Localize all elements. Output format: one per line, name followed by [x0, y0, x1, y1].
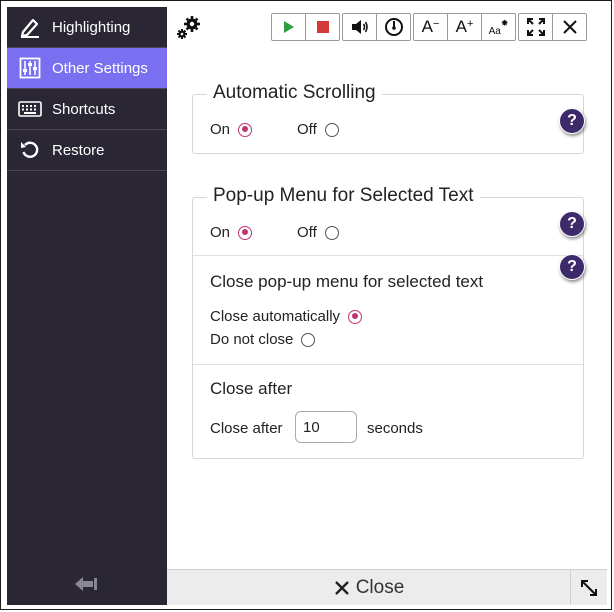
auto-scroll-title: Automatic Scrolling	[207, 82, 382, 104]
resize-button[interactable]	[570, 570, 607, 605]
resize-diagonal-icon	[581, 579, 597, 596]
collapse-sidebar-arrow-icon[interactable]	[73, 575, 99, 593]
main-panel: A − A + Aa ✸ Automatic Scrolling On Off …	[167, 7, 607, 569]
popup-help-icon[interactable]: ?	[559, 211, 585, 237]
minus-icon: −	[432, 18, 440, 30]
fullscreen-button[interactable]	[519, 14, 553, 40]
font-group: A − A + Aa ✸	[413, 13, 516, 41]
audio-group	[342, 13, 411, 41]
gears-icon[interactable]	[175, 13, 203, 41]
auto-scroll-on-label: On	[210, 121, 231, 138]
sidebar-item-other-settings[interactable]: Other Settings	[7, 48, 167, 89]
popup-menu-section: Pop-up Menu for Selected Text On Off ? ?…	[192, 185, 585, 459]
small-gear-icon: ✸	[500, 17, 509, 28]
sidebar-item-label: Restore	[52, 141, 105, 159]
stop-icon	[316, 21, 329, 33]
sidebar-item-label: Highlighting	[52, 18, 131, 36]
auto-scroll-on-option[interactable]: On	[210, 121, 253, 138]
play-icon	[283, 21, 294, 33]
font-settings-label: Aa	[488, 25, 501, 37]
do-not-close-radio[interactable]	[301, 332, 316, 347]
close-button-label: Close	[355, 577, 405, 598]
popup-on-radio[interactable]	[238, 225, 253, 240]
settings-window: Highlighting Other Settings Shortcuts Re…	[0, 0, 612, 610]
auto-scroll-section: Automatic Scrolling On Off ?	[192, 82, 585, 154]
close-popup-help-icon[interactable]: ?	[559, 254, 585, 280]
help-mark: ?	[567, 215, 577, 232]
gauge-icon	[384, 18, 403, 36]
keyboard-icon	[18, 97, 42, 121]
help-mark: ?	[567, 112, 577, 129]
sidebar-item-shortcuts[interactable]: Shortcuts	[7, 89, 167, 130]
close-popup-title: Close pop-up menu for selected text	[210, 272, 484, 291]
sidebar-item-label: Other Settings	[52, 59, 148, 77]
window-group	[518, 13, 587, 41]
auto-scroll-off-radio[interactable]	[324, 122, 339, 137]
font-settings-button[interactable]: Aa ✸	[482, 14, 515, 40]
auto-scroll-help-icon[interactable]: ?	[559, 108, 585, 134]
close-after-prefix: Close after	[210, 420, 283, 437]
help-mark: ?	[567, 258, 577, 275]
volume-button[interactable]	[343, 14, 377, 40]
auto-scroll-off-option[interactable]: Off	[297, 121, 339, 138]
font-decrease-button[interactable]: A −	[414, 14, 448, 40]
play-button[interactable]	[272, 14, 306, 40]
popup-on-option[interactable]: On	[210, 224, 253, 241]
stop-button[interactable]	[306, 14, 339, 40]
close-after-title: Close after	[210, 379, 293, 398]
section-divider	[193, 255, 583, 256]
close-automatically-option[interactable]: Close automatically	[210, 308, 363, 325]
auto-scroll-off-label: Off	[297, 121, 317, 138]
plus-icon: +	[466, 18, 474, 30]
close-automatically-radio[interactable]	[348, 309, 363, 324]
close-button[interactable]: Close	[167, 570, 571, 606]
section-divider	[193, 364, 583, 365]
close-after-seconds-input[interactable]	[295, 411, 357, 443]
sidebar-item-restore[interactable]: Restore	[7, 130, 167, 171]
popup-off-option[interactable]: Off	[297, 224, 339, 241]
close-automatically-label: Close automatically	[210, 308, 341, 325]
do-not-close-option[interactable]: Do not close	[210, 331, 316, 348]
expand-icon	[526, 18, 545, 36]
do-not-close-label: Do not close	[210, 331, 294, 348]
font-increase-button[interactable]: A +	[448, 14, 482, 40]
font-increase-label: A	[455, 17, 467, 36]
popup-off-radio[interactable]	[324, 225, 339, 240]
toolbar: A − A + Aa ✸	[271, 13, 587, 41]
playback-group	[271, 13, 340, 41]
speaker-icon	[351, 20, 368, 34]
speed-button[interactable]	[377, 14, 410, 40]
popup-on-label: On	[210, 224, 231, 241]
close-window-button[interactable]	[553, 14, 586, 40]
close-x-icon	[334, 581, 349, 595]
pen-icon	[18, 15, 42, 39]
sidebar-item-highlighting[interactable]: Highlighting	[7, 7, 167, 48]
popup-off-label: Off	[297, 224, 317, 241]
close-after-suffix: seconds	[367, 420, 423, 437]
close-icon	[562, 20, 577, 34]
font-decrease-label: A	[421, 17, 433, 36]
sidebar-item-label: Shortcuts	[52, 100, 116, 118]
restore-icon	[18, 138, 42, 162]
auto-scroll-on-radio[interactable]	[238, 122, 253, 137]
popup-menu-title: Pop-up Menu for Selected Text	[207, 185, 480, 207]
footer-bar: Close	[167, 569, 607, 605]
sliders-icon	[18, 56, 42, 80]
sidebar: Highlighting Other Settings Shortcuts Re…	[7, 7, 167, 605]
